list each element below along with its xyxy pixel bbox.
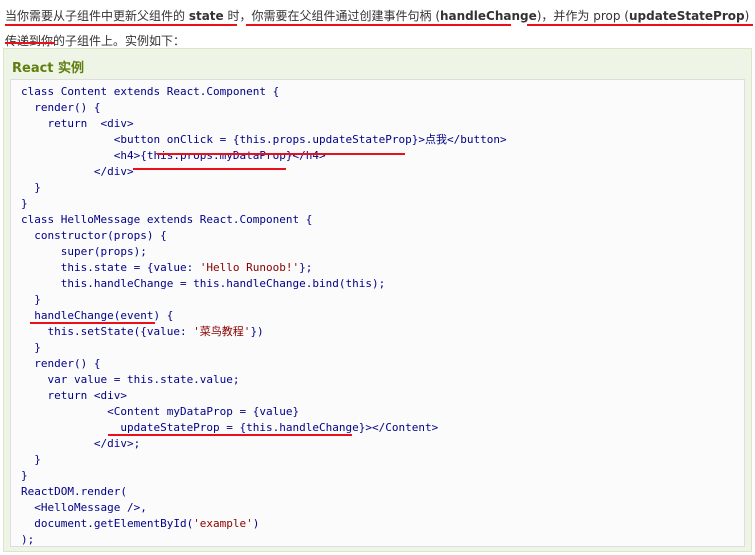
intro-term-state: state [188,9,224,23]
code-line: } [21,453,41,466]
code-line: document.getElementById('example') [21,517,260,530]
annotation-underline [5,24,237,26]
annotation-underline [133,168,286,170]
code-line: <h4>{this.props.myDataProp}</h4> [21,149,326,162]
intro-text: )，并作为 prop ( [536,9,629,23]
code-line: return <div> [21,389,127,402]
annotation-underline [5,42,55,44]
intro-term-updatestateprop: updateStateProp [629,9,745,23]
code-line: </div>; [21,437,141,450]
code-line: <HelloMessage />, [21,501,147,514]
code-line: </div> [21,165,134,178]
intro-term-handlechange: handleChange [440,9,537,23]
code-line: } [21,469,28,482]
code-line: this.state = {value: 'Hello Runoob!'}; [21,261,313,274]
code-line: } [21,293,41,306]
code-line: this.handleChange = this.handleChange.bi… [21,277,386,290]
annotation-underline [527,24,753,26]
code-line: render() { [21,357,101,370]
intro-text: 时，你需要在父组件通过创建事件句柄 ( [223,9,441,23]
react-example-panel: React 实例 class Content extends React.Com… [3,48,752,552]
annotation-underline [246,24,511,26]
code-line: ); [21,533,35,546]
example-title: React 实例 [12,61,85,76]
intro-text: 当你需要从子组件中更新父组件的 [5,9,189,23]
code-line: super(props); [21,245,147,258]
annotation-underline [108,434,352,436]
code-line: } [21,181,41,194]
code-line: return <div> [21,117,134,130]
intro-paragraph: 当你需要从子组件中更新父组件的 state 时，你需要在父组件通过创建事件句柄 … [5,4,753,54]
code-block: class Content extends React.Component { … [10,79,745,547]
annotation-underline [30,322,155,324]
code-line: } [21,341,41,354]
code-line: render() { [21,101,101,114]
code-line: constructor(props) { [21,229,167,242]
code-string: 'example' [193,517,253,530]
code-line: class Content extends React.Component { [21,85,280,98]
code-line: ReactDOM.render( [21,485,127,498]
annotation-underline [157,153,405,155]
code-line: <Content myDataProp = {value} [21,405,300,418]
code-line: <button onClick = {this.props.updateStat… [21,133,507,146]
code-line: this.setState({value: '菜鸟教程'}) [21,325,264,338]
code-line: class HelloMessage extends React.Compone… [21,213,313,226]
code-string: '菜鸟教程' [193,325,251,338]
code-line: var value = this.state.value; [21,373,240,386]
code-string: 'Hello Runoob!' [199,261,300,274]
code-line: } [21,197,28,210]
